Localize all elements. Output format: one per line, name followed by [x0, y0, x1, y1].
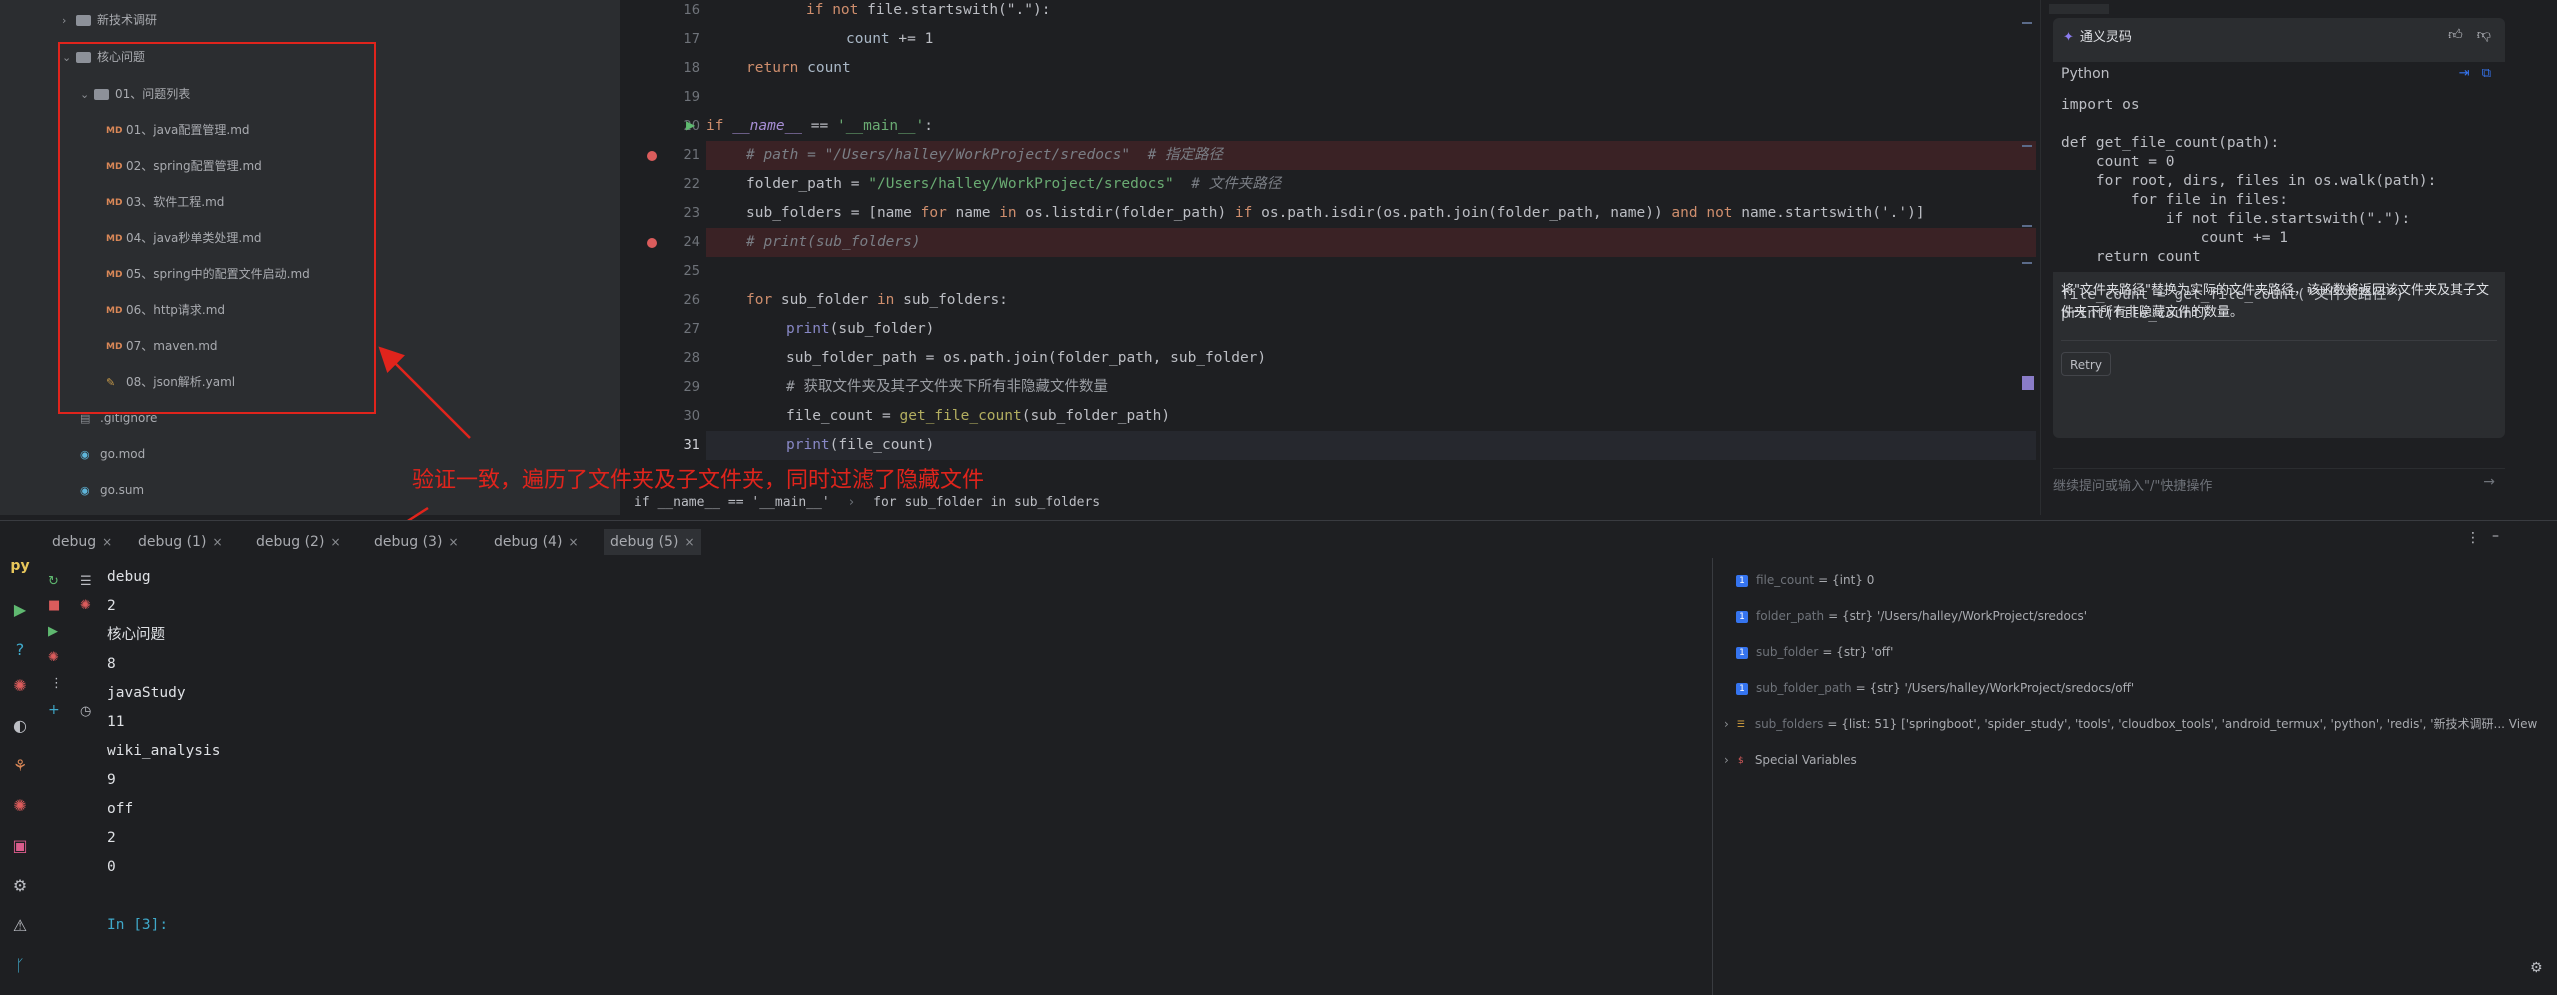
tab-label: debug (2) [256, 534, 325, 550]
debug-tool-strip: py ▶ ? ✺ ◐ ⚘ ✺ ▣ ⚙ ⚠ ᚴ [0, 558, 40, 995]
variable-name: Special Variables [1754, 753, 1857, 767]
console-actions: ↻ ■ ▶ ✺ ⋮ + ☰ ✺ ◷ [40, 558, 100, 995]
console-line: 0 [107, 859, 116, 875]
run-icon[interactable]: ▶ [0, 600, 40, 619]
special-variables-icon: $ [1737, 755, 1744, 766]
variable-icon: 1 [1736, 574, 1748, 587]
variable-row[interactable]: 1 file_count = {int} 0 [1736, 562, 1874, 598]
console-line: 8 [107, 656, 116, 672]
variable-value: = {str} 'off' [1822, 645, 1894, 659]
console-line: 2 [107, 598, 116, 614]
rerun-icon[interactable]: ↻ [48, 574, 59, 589]
bug-small-icon[interactable]: ✺ [80, 598, 91, 613]
console-line: javaStudy [107, 685, 186, 701]
python-console[interactable]: debug 2 核心问题 8 javaStudy 11 wiki_analysis 9 off 2… [100, 558, 1710, 995]
variable-value: = {list: 51} ['springboot', 'spider_stud… [1827, 717, 2538, 731]
tab-debug[interactable]: debug (2) × [256, 529, 341, 555]
tab-label: debug [52, 534, 97, 550]
resume-icon[interactable]: ▶ [48, 624, 58, 639]
variable-name: sub_folder [1756, 645, 1819, 659]
tab-label: debug (1) [138, 534, 207, 550]
variable-value: = {str} '/Users/halley/WorkProject/sredo… [1828, 609, 2088, 623]
tab-label: debug (4) [494, 534, 563, 550]
console-line: 核心问题 [107, 627, 165, 643]
variables-panel: 1 file_count = {int} 0 1 folder_path = {str} … [1718, 560, 2537, 990]
variable-row[interactable]: › ☰ sub_folders = {list: 51} ['springboot',… [1724, 706, 2538, 742]
services-icon[interactable]: ◐ [0, 716, 40, 735]
close-icon[interactable]: × [102, 535, 112, 549]
variable-icon: ☰ [1736, 719, 1745, 730]
add-icon[interactable]: + [48, 702, 60, 718]
variable-icon: 1 [1736, 682, 1748, 695]
debug-icon[interactable]: ✺ [0, 796, 40, 815]
variable-value: = {str} '/Users/halley/WorkProject/sredo… [1855, 681, 2135, 695]
arrow-to-tree [378, 346, 471, 439]
console-line: off [107, 801, 134, 817]
tab-debug[interactable]: debug (3) × [374, 529, 459, 555]
variable-row[interactable]: 1 sub_folder = {str} 'off' [1736, 634, 1893, 670]
minimize-icon[interactable]: – [2492, 528, 2499, 544]
tab-debug[interactable]: debug (4) × [494, 529, 579, 555]
divider [1712, 558, 1713, 995]
notifications-icon[interactable]: ⚠ [0, 916, 40, 935]
variable-row[interactable]: 1 sub_folder_path = {str} '/Users/halley/W… [1736, 670, 2134, 706]
console-line: wiki_analysis [107, 743, 221, 759]
console-line: 11 [107, 714, 125, 730]
variable-name: sub_folders [1754, 717, 1824, 731]
debug-bug-icon[interactable]: ✺ [0, 676, 40, 695]
variable-name: sub_folder_path [1756, 681, 1852, 695]
more-icon[interactable]: ⋮ [2466, 530, 2480, 546]
tab-label: debug (5) [610, 534, 679, 550]
history-icon[interactable]: ◷ [80, 704, 91, 719]
settings-gear-icon[interactable]: ⚙ [2530, 960, 2543, 976]
close-icon[interactable]: × [568, 535, 578, 549]
variable-row[interactable]: › $ Special Variables [1724, 742, 1861, 778]
list-icon[interactable]: ☰ [80, 574, 92, 589]
tab-debug[interactable]: debug (1) × [138, 529, 223, 555]
stop-icon[interactable]: ■ [48, 598, 60, 613]
variable-value: = {int} 0 [1818, 573, 1875, 587]
more-actions-icon[interactable]: ⋮ [50, 676, 63, 691]
bug-icon[interactable]: ✺ [48, 650, 59, 665]
close-icon[interactable]: × [212, 535, 222, 549]
close-icon[interactable]: × [330, 535, 340, 549]
close-icon[interactable]: × [448, 535, 458, 549]
help-icon[interactable]: ? [0, 640, 40, 659]
console-line: 9 [107, 772, 116, 788]
variable-name: folder_path [1756, 609, 1825, 623]
variable-name: file_count [1756, 573, 1815, 587]
tab-debug[interactable]: debug (5) × [604, 529, 701, 555]
debug-tabs: debug × debug (1) × debug (2) × debug (3) × debu… [0, 520, 2557, 558]
console-line: 2 [107, 830, 116, 846]
chevron-right-icon[interactable]: › [1724, 753, 1729, 767]
git-icon[interactable]: ᚴ [0, 956, 40, 975]
python-console-icon[interactable]: py [0, 558, 40, 574]
structure-icon[interactable]: ⚘ [0, 756, 40, 775]
tab-label: debug (3) [374, 534, 443, 550]
variable-row[interactable]: 1 folder_path = {str} '/Users/halley/WorkP… [1736, 598, 2087, 634]
chevron-right-icon[interactable]: › [1724, 717, 1729, 731]
settings-icon[interactable]: ⚙ [0, 876, 40, 895]
tab-debug[interactable]: debug × [52, 529, 112, 555]
console-line: debug [107, 569, 151, 585]
variable-icon: 1 [1736, 646, 1748, 659]
terminal-icon[interactable]: ▣ [0, 836, 40, 855]
variable-icon: 1 [1736, 610, 1748, 623]
close-icon[interactable]: × [684, 535, 694, 549]
console-line: In [3]: [107, 917, 169, 933]
